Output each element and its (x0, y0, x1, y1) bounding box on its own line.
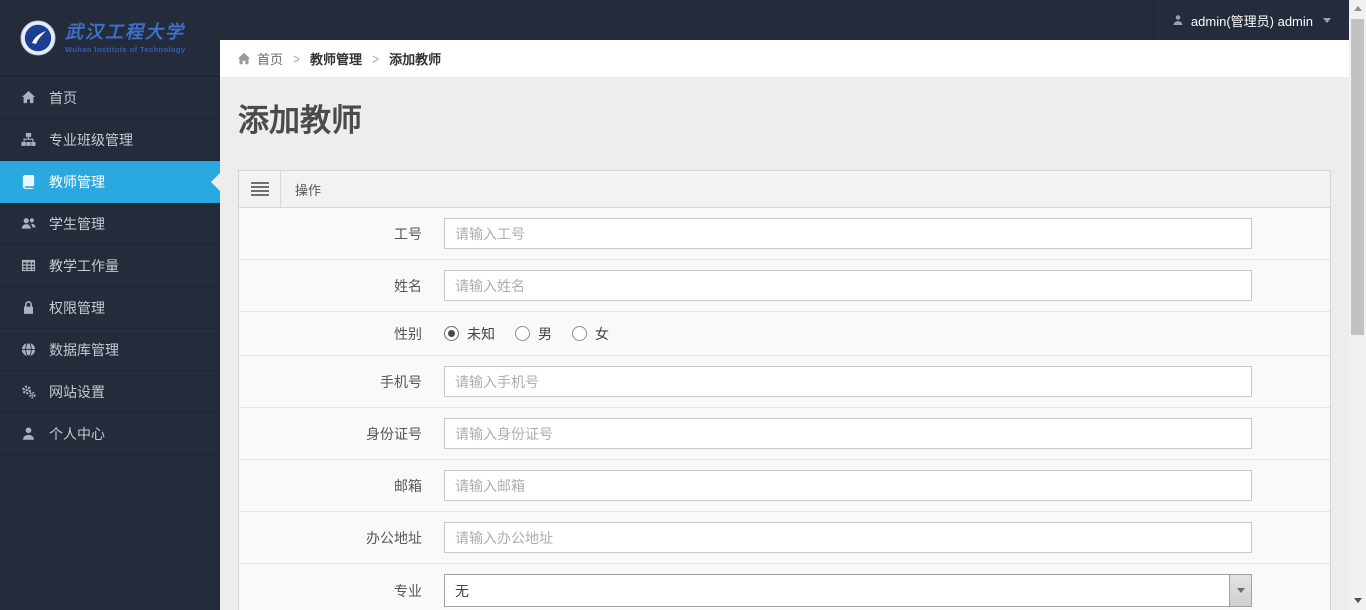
gender-label: 性别 (394, 325, 422, 342)
id-card-input[interactable] (444, 418, 1252, 449)
sidebar-item-permission-mgmt[interactable]: 权限管理 (0, 287, 220, 329)
employee-id-label: 工号 (394, 225, 422, 242)
breadcrumb-teacher-mgmt[interactable]: 教师管理 (310, 49, 362, 68)
radio-unchecked-icon (515, 326, 530, 341)
sidebar-menu: 首页 专业班级管理 教师管理 学生管理 教学工作量 权限管理 数据库管理 网站设… (0, 77, 220, 455)
sidebar: 武汉工程大学 Wuhan Institute of Technology 首页 … (0, 0, 220, 610)
university-emblem-icon (20, 20, 56, 56)
form-row-major: 专业 无 (239, 564, 1330, 610)
gender-option-label: 男 (538, 325, 552, 342)
employee-id-input[interactable] (444, 218, 1252, 249)
brand-logo[interactable]: 武汉工程大学 Wuhan Institute of Technology (0, 0, 220, 77)
sidebar-item-teacher-mgmt[interactable]: 教师管理 (0, 161, 220, 203)
name-label: 姓名 (394, 277, 422, 294)
panel-header: 操作 (239, 171, 1330, 208)
arrow-down-icon (1353, 598, 1362, 603)
office-address-input[interactable] (444, 522, 1252, 553)
phone-label: 手机号 (380, 373, 422, 390)
brand-text: 武汉工程大学 Wuhan Institute of Technology (65, 21, 186, 54)
topbar: admin(管理员) admin (220, 0, 1349, 40)
sidebar-item-label: 专业班级管理 (49, 131, 133, 148)
form-row-office-address: 办公地址 (239, 512, 1330, 564)
gears-icon (20, 384, 36, 400)
chevron-right-icon: > (372, 49, 380, 68)
panel-collapse-button[interactable] (239, 171, 281, 207)
form-row-email: 邮箱 (239, 460, 1330, 512)
scroll-down-button[interactable] (1349, 592, 1366, 609)
gender-option-male[interactable]: 男 (515, 324, 552, 344)
major-select-value: 无 (455, 582, 469, 599)
scroll-up-button[interactable] (1349, 0, 1366, 17)
sidebar-item-database-mgmt[interactable]: 数据库管理 (0, 329, 220, 371)
users-icon (20, 216, 36, 232)
sidebar-item-home[interactable]: 首页 (0, 77, 220, 119)
screen: 武汉工程大学 Wuhan Institute of Technology 首页 … (0, 0, 1366, 610)
name-input[interactable] (444, 270, 1252, 301)
select-dropdown-button[interactable] (1229, 575, 1251, 606)
hamburger-icon (250, 182, 269, 196)
radio-checked-icon (444, 326, 459, 341)
user-avatar-icon (1172, 14, 1184, 26)
sidebar-item-major-class-mgmt[interactable]: 专业班级管理 (0, 119, 220, 161)
content-area: 添加教师 操作 工号 姓名 (220, 77, 1349, 610)
gender-option-female[interactable]: 女 (572, 324, 609, 344)
email-label: 邮箱 (394, 477, 422, 494)
major-label: 专业 (394, 582, 422, 599)
sidebar-item-label: 学生管理 (49, 215, 105, 232)
add-teacher-form: 工号 姓名 性别 未知 (239, 208, 1330, 610)
sidebar-item-teaching-workload[interactable]: 教学工作量 (0, 245, 220, 287)
sidebar-item-profile-center[interactable]: 个人中心 (0, 413, 220, 455)
id-card-label: 身份证号 (366, 425, 422, 442)
arrow-up-icon (1353, 6, 1362, 11)
sidebar-item-label: 权限管理 (49, 299, 105, 316)
form-row-phone: 手机号 (239, 356, 1330, 408)
vertical-scrollbar[interactable] (1349, 0, 1366, 610)
lock-icon (20, 300, 36, 316)
major-select[interactable]: 无 (444, 574, 1252, 607)
breadcrumb-home-label: 首页 (257, 52, 284, 67)
page-title: 添加教师 (238, 103, 362, 138)
gender-option-label: 女 (595, 325, 609, 342)
phone-input[interactable] (444, 366, 1252, 397)
home-icon (237, 52, 251, 66)
university-name-cn: 武汉工程大学 (65, 21, 185, 43)
radio-unchecked-icon (572, 326, 587, 341)
form-row-name: 姓名 (239, 260, 1330, 312)
main-area: admin(管理员) admin 首页 > 教师管理 > 添加教师 添加教师 操… (220, 0, 1349, 610)
sidebar-item-label: 首页 (49, 89, 77, 106)
book-icon (20, 174, 36, 190)
form-row-gender: 性别 未知 男 女 (239, 312, 1330, 356)
sidebar-item-label: 个人中心 (49, 425, 105, 442)
globe-icon (20, 342, 36, 358)
scrollbar-thumb[interactable] (1351, 19, 1364, 335)
panel-header-label: 操作 (295, 182, 322, 198)
university-name-en: Wuhan Institute of Technology (65, 44, 186, 54)
sidebar-item-label: 数据库管理 (49, 341, 119, 358)
form-row-employee-id: 工号 (239, 208, 1330, 260)
gender-option-label: 未知 (467, 325, 495, 342)
user-menu-label: admin(管理员) admin (1190, 13, 1313, 29)
sidebar-item-label: 网站设置 (49, 383, 105, 400)
chevron-right-icon: > (293, 49, 301, 68)
gender-option-unknown[interactable]: 未知 (444, 324, 495, 344)
breadcrumb: 首页 > 教师管理 > 添加教师 (220, 40, 1349, 77)
breadcrumb-current-page: 添加教师 (389, 52, 442, 67)
sidebar-item-label: 教师管理 (49, 173, 105, 190)
breadcrumb-home-link[interactable]: 首页 (237, 49, 283, 68)
office-address-label: 办公地址 (366, 529, 422, 546)
sitemap-icon (20, 132, 36, 148)
home-icon (20, 90, 36, 106)
sidebar-item-site-settings[interactable]: 网站设置 (0, 371, 220, 413)
form-panel: 操作 工号 姓名 性别 (238, 170, 1331, 610)
sidebar-item-label: 教学工作量 (49, 257, 119, 274)
gender-radio-group: 未知 男 女 (444, 321, 629, 346)
form-row-id-card: 身份证号 (239, 408, 1330, 460)
chevron-down-icon (1236, 588, 1245, 593)
chevron-down-icon (1323, 17, 1331, 23)
sidebar-item-student-mgmt[interactable]: 学生管理 (0, 203, 220, 245)
email-field[interactable] (444, 470, 1252, 501)
user-icon (20, 426, 36, 442)
table-icon (20, 258, 36, 274)
user-menu-dropdown[interactable]: admin(管理员) admin (1152, 0, 1349, 40)
